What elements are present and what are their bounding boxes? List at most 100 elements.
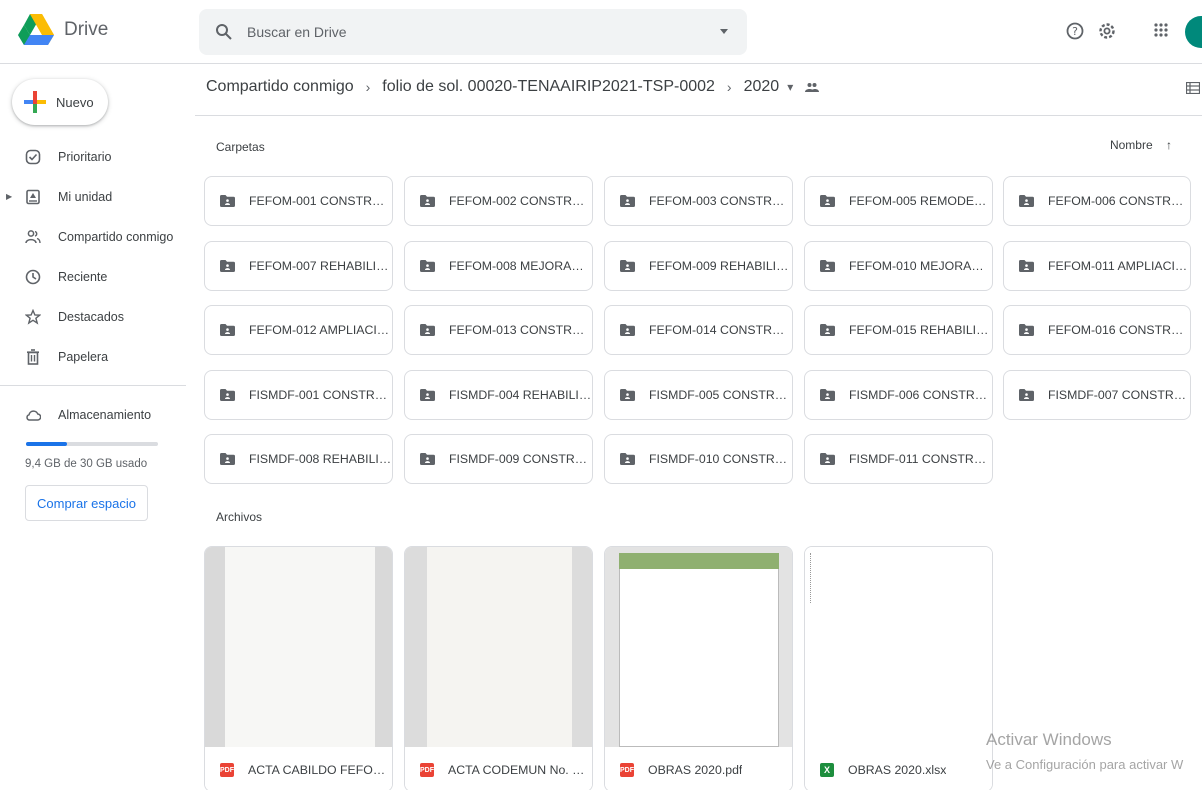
list-view-icon[interactable] [1186, 82, 1200, 94]
folder-item[interactable]: FEFOM-007 REHABILITACIO... [204, 241, 393, 291]
folder-item[interactable]: FISMDF-007 CONSTRUCCIÓ... [1003, 370, 1191, 420]
folder-item[interactable]: FISMDF-009 CONSTRUCCIÓ... [404, 434, 593, 484]
folder-item[interactable]: FEFOM-003 CONSTRUCCIÓ... [604, 176, 793, 226]
sort-arrow-icon[interactable]: ↑ [1166, 138, 1172, 152]
drive-icon [26, 189, 40, 205]
file-name: ACTA CODEMUN No. 1 27-A... [448, 763, 588, 777]
folder-item[interactable]: FEFOM-015 REHABILITACIO... [804, 305, 993, 355]
folder-item[interactable]: FEFOM-009 REHABILITACIO... [604, 241, 793, 291]
folder-item[interactable]: FEFOM-005 REMODELACIÓ... [804, 176, 993, 226]
file-name: OBRAS 2020.pdf [648, 763, 743, 777]
folder-name: FEFOM-009 REHABILITACIO... [649, 259, 792, 273]
shared-folder-icon [820, 324, 835, 336]
folder-item[interactable]: FISMDF-010 CONSTRUCCIÓ... [604, 434, 793, 484]
search-icon[interactable] [215, 23, 233, 41]
folder-item[interactable]: FEFOM-012 AMPLIACION DE... [204, 305, 393, 355]
shared-people-icon [805, 83, 820, 92]
excel-icon: X [820, 763, 834, 777]
sidebar-item-papelera[interactable]: Papelera [0, 340, 186, 374]
folder-item[interactable]: FISMDF-001 CONSTRUCCIÓ... [204, 370, 393, 420]
sort-label[interactable]: Nombre [1110, 138, 1153, 152]
file-card[interactable]: X OBRAS 2020.xlsx [804, 546, 993, 790]
sidebar-item-prioritario[interactable]: Prioritario [0, 140, 186, 174]
folder-item[interactable]: FEFOM-010 MEJORAMIENT... [804, 241, 993, 291]
windows-activation-subtitle: Ve a Configuración para activar W [986, 757, 1184, 772]
folder-item[interactable]: FEFOM-016 CONSTRUCCIO... [1003, 305, 1191, 355]
sidebar-item-mi-unidad[interactable]: ▶ Mi unidad [0, 180, 186, 214]
folder-name: FEFOM-005 REMODELACIÓ... [849, 194, 992, 208]
folder-name: FEFOM-003 CONSTRUCCIÓ... [649, 194, 792, 208]
sidebar-item-label: Prioritario [58, 150, 112, 164]
shared-folder-icon [820, 195, 835, 207]
breadcrumb-item-current[interactable]: 2020 [744, 78, 780, 96]
file-card[interactable]: PDF ACTA CODEMUN No. 1 27-A... [404, 546, 593, 790]
sidebar-item-compartido[interactable]: Compartido conmigo [0, 220, 186, 254]
sidebar-item-reciente[interactable]: Reciente [0, 260, 186, 294]
folder-name: FEFOM-016 CONSTRUCCIO... [1048, 323, 1190, 337]
folder-item[interactable]: FISMDF-006 CONSTRUCCIÓ... [804, 370, 993, 420]
file-thumbnail [805, 547, 992, 747]
folder-name: FISMDF-001 CONSTRUCCIÓ... [249, 388, 392, 402]
folder-name: FISMDF-004 REHABILITACIÓ... [449, 388, 592, 402]
sort-control[interactable]: Nombre ↑ [1110, 138, 1172, 152]
shared-folder-icon [220, 453, 235, 465]
star-icon [25, 309, 41, 325]
pdf-icon: PDF [220, 763, 234, 777]
new-button[interactable]: Nuevo [12, 79, 108, 125]
pdf-icon: PDF [420, 763, 434, 777]
folder-name: FISMDF-010 CONSTRUCCIÓ... [649, 452, 792, 466]
folder-name: FISMDF-011 CONSTRUCCIO... [849, 452, 992, 466]
drive-logo-icon [18, 14, 54, 45]
help-icon[interactable]: ? [1066, 22, 1084, 40]
shared-folder-icon [220, 195, 235, 207]
folder-item[interactable]: FISMDF-011 CONSTRUCCIO... [804, 434, 993, 484]
folder-name: FEFOM-002 CONSTRUCCIÓ... [449, 194, 592, 208]
shared-folder-icon [620, 195, 635, 207]
account-avatar[interactable] [1185, 16, 1202, 48]
folder-item[interactable]: FEFOM-011 AMPLIACION DE... [1003, 241, 1191, 291]
folder-item[interactable]: FISMDF-005 CONSTRUCCIÓ... [604, 370, 793, 420]
folder-item[interactable]: FEFOM-008 MEJORAMIENT... [404, 241, 593, 291]
file-name: ACTA CABILDO FEFOM - FIS... [248, 763, 388, 777]
apps-grid-icon[interactable] [1153, 22, 1169, 38]
pdf-icon: PDF [620, 763, 634, 777]
search-bar[interactable]: Buscar en Drive [199, 9, 747, 55]
storage-progress-fill [26, 442, 67, 446]
folder-item[interactable]: FEFOM-013 CONSTRUCCIÓ... [404, 305, 593, 355]
gear-icon[interactable] [1098, 22, 1116, 40]
folder-name: FISMDF-009 CONSTRUCCIÓ... [449, 452, 592, 466]
folder-item[interactable]: FEFOM-014 CONSTRUCCIÓ... [604, 305, 793, 355]
file-card[interactable]: PDF OBRAS 2020.pdf [604, 546, 793, 790]
search-input[interactable]: Buscar en Drive [247, 24, 347, 40]
files-section-title: Archivos [216, 510, 263, 524]
svg-text:?: ? [1072, 25, 1078, 38]
buy-storage-button[interactable]: Comprar espacio [25, 485, 148, 521]
search-options-icon[interactable] [719, 27, 729, 35]
folder-item[interactable]: FEFOM-001 CONSTRUCCIÓ... [204, 176, 393, 226]
windows-activation-title: Activar Windows [986, 730, 1112, 749]
shared-folder-icon [1019, 260, 1034, 272]
folder-item[interactable]: FEFOM-002 CONSTRUCCIÓ... [404, 176, 593, 226]
folder-item[interactable]: FISMDF-008 REHABILITACIÓ... [204, 434, 393, 484]
breadcrumb-separator: › [365, 79, 371, 95]
expand-arrow-icon[interactable]: ▶ [6, 192, 12, 201]
file-card[interactable]: PDF ACTA CABILDO FEFOM - FIS... [204, 546, 393, 790]
shared-folder-icon [220, 260, 235, 272]
folder-name: FEFOM-013 CONSTRUCCIÓ... [449, 323, 592, 337]
folder-item[interactable]: FEFOM-006 CONSTRUCCIÓ... [1003, 176, 1191, 226]
sidebar-item-almacenamiento[interactable]: Almacenamiento [0, 398, 186, 432]
sidebar-divider [0, 385, 186, 386]
shared-folder-icon [620, 453, 635, 465]
folder-name: FEFOM-008 MEJORAMIENT... [449, 259, 592, 273]
sidebar-item-label: Compartido conmigo [58, 230, 174, 244]
shared-folder-icon [220, 324, 235, 336]
breadcrumb-dropdown-icon[interactable]: ▾ [787, 80, 793, 94]
folder-name: FEFOM-006 CONSTRUCCIÓ... [1048, 194, 1190, 208]
drive-logo[interactable]: Drive [18, 14, 108, 46]
breadcrumb-item-shared[interactable]: Compartido conmigo [206, 78, 354, 96]
folder-item[interactable]: FISMDF-004 REHABILITACIÓ... [404, 370, 593, 420]
shared-folder-icon [420, 324, 435, 336]
sidebar-item-destacados[interactable]: Destacados [0, 300, 186, 334]
breadcrumb-item-folio[interactable]: folio de sol. 00020-TENAAIRIP2021-TSP-00… [382, 78, 715, 96]
folder-name: FISMDF-007 CONSTRUCCIÓ... [1048, 388, 1190, 402]
